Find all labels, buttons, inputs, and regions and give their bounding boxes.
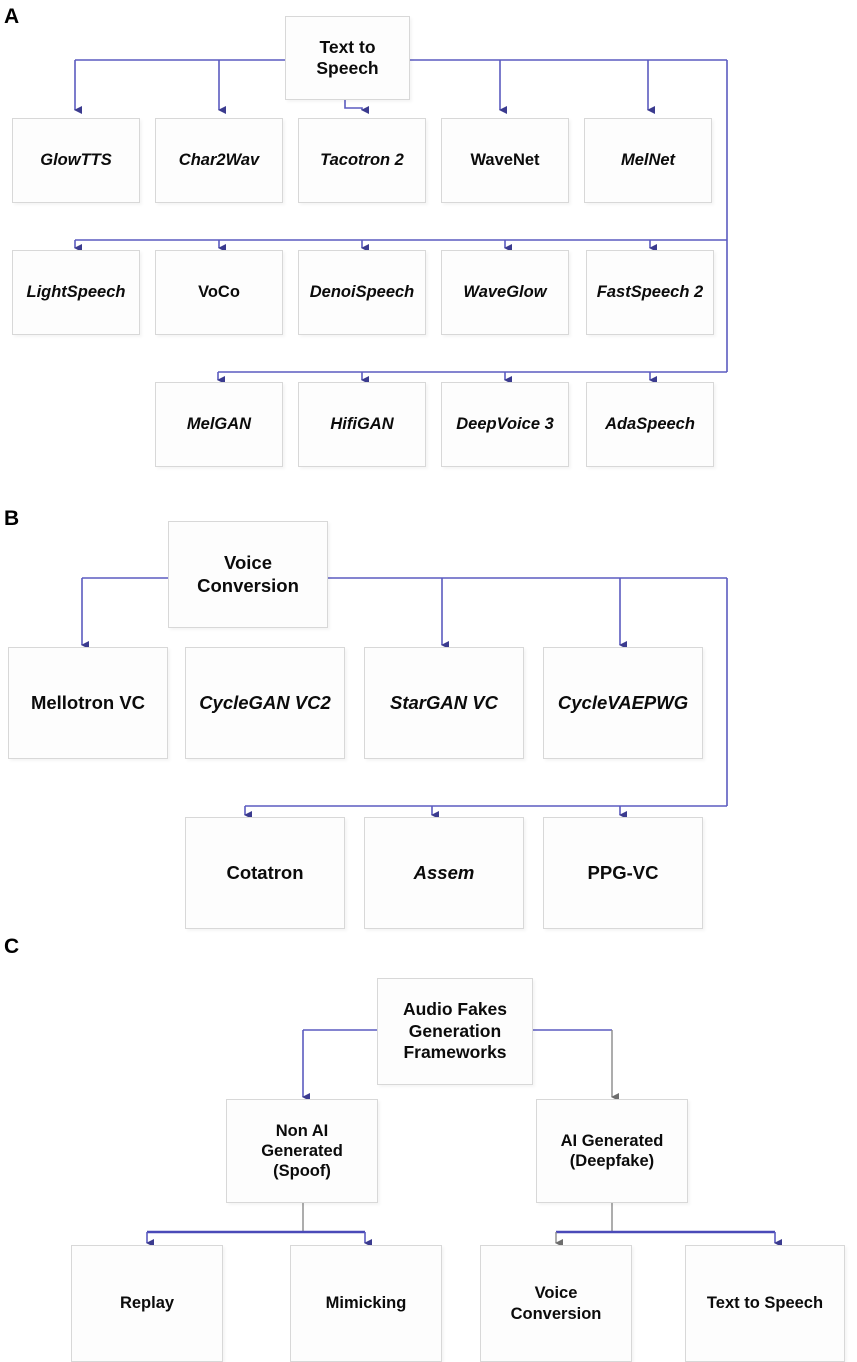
node-label: VoCo — [198, 283, 240, 302]
node-c-voice-conversion: Voice Conversion — [480, 1245, 632, 1362]
node-label: DeepVoice 3 — [456, 415, 554, 434]
node-c-non-ai-generated-spoof: Non AI Generated (Spoof) — [226, 1099, 378, 1203]
node-label: AI Generated (Deepfake) — [560, 1131, 664, 1170]
node-a-adaspeech: AdaSpeech — [586, 382, 714, 467]
node-label: HifiGAN — [330, 415, 394, 434]
node-a-hifigan: HifiGAN — [298, 382, 426, 467]
node-b-ppg-vc: PPG-VC — [543, 817, 703, 929]
node-c-text-to-speech: Text to Speech — [685, 1245, 845, 1362]
node-label: Char2Wav — [178, 151, 260, 170]
wire-a-to-tacotron2 — [344, 100, 369, 114]
node-b-cyclegan-vc2: CycleGAN VC2 — [185, 647, 345, 759]
node-label: CycleGAN VC2 — [199, 691, 331, 713]
node-a-lightspeech: LightSpeech — [12, 250, 140, 335]
node-label: Audio Fakes Generation Frameworks — [402, 999, 508, 1063]
node-label: MelGAN — [186, 415, 252, 434]
node-label: PPG-VC — [587, 861, 659, 883]
panel-label-b: B — [4, 507, 20, 530]
node-label: GlowTTS — [40, 151, 112, 170]
node-label: Voice Conversion — [197, 551, 299, 596]
node-label: Text to Speech — [706, 1294, 824, 1313]
node-b-assem: Assem — [364, 817, 524, 929]
node-label: StarGAN VC — [390, 691, 498, 713]
node-b-stargan-vc: StarGAN VC — [364, 647, 524, 759]
node-a-glowtts: GlowTTS — [12, 118, 140, 203]
node-label: Replay — [119, 1294, 175, 1313]
node-label: Voice Conversion — [510, 1284, 602, 1323]
node-b-cyclevaepwg: CycleVAEPWG — [543, 647, 703, 759]
node-label: LightSpeech — [26, 283, 126, 302]
node-a-root-text-to-speech: Text to Speech — [285, 16, 410, 100]
node-a-melgan: MelGAN — [155, 382, 283, 467]
node-a-char2wav: Char2Wav — [155, 118, 283, 203]
node-label: WaveGlow — [463, 283, 547, 302]
node-label: AdaSpeech — [605, 415, 695, 434]
node-label: WaveNet — [470, 151, 540, 170]
node-label: FastSpeech 2 — [596, 283, 704, 302]
node-label: Cotatron — [226, 861, 304, 883]
node-c-root-audio-fakes: Audio Fakes Generation Frameworks — [377, 978, 533, 1085]
node-label: MelNet — [620, 151, 676, 170]
node-label: CycleVAEPWG — [557, 691, 689, 713]
node-b-cotatron: Cotatron — [185, 817, 345, 929]
node-label: Non AI Generated (Spoof) — [261, 1121, 343, 1181]
node-a-deepvoice3: DeepVoice 3 — [441, 382, 569, 467]
node-b-root-voice-conversion: Voice Conversion — [168, 521, 328, 628]
node-a-wavenet: WaveNet — [441, 118, 569, 203]
node-a-voco: VoCo — [155, 250, 283, 335]
node-c-ai-generated-deepfake: AI Generated (Deepfake) — [536, 1099, 688, 1203]
node-label: Mimicking — [325, 1294, 407, 1313]
node-a-waveglow: WaveGlow — [441, 250, 569, 335]
node-label: Text to Speech — [316, 36, 379, 78]
node-b-mellotron-vc: Mellotron VC — [8, 647, 168, 759]
node-label: Tacotron 2 — [320, 151, 404, 170]
node-label: DenoiSpeech — [309, 283, 415, 302]
node-a-tacotron2: Tacotron 2 — [298, 118, 426, 203]
node-a-denoispeech: DenoiSpeech — [298, 250, 426, 335]
panel-label-c: C — [4, 935, 20, 958]
panel-label-a: A — [4, 5, 20, 28]
node-label: Assem — [413, 861, 475, 883]
node-a-melnet: MelNet — [584, 118, 712, 203]
figure-root: A Text to Speech GlowTTS Char2Wav Tacotro… — [0, 0, 857, 1362]
node-c-mimicking: Mimicking — [290, 1245, 442, 1362]
node-a-fastspeech2: FastSpeech 2 — [586, 250, 714, 335]
node-label: Mellotron VC — [30, 691, 146, 713]
node-c-replay: Replay — [71, 1245, 223, 1362]
